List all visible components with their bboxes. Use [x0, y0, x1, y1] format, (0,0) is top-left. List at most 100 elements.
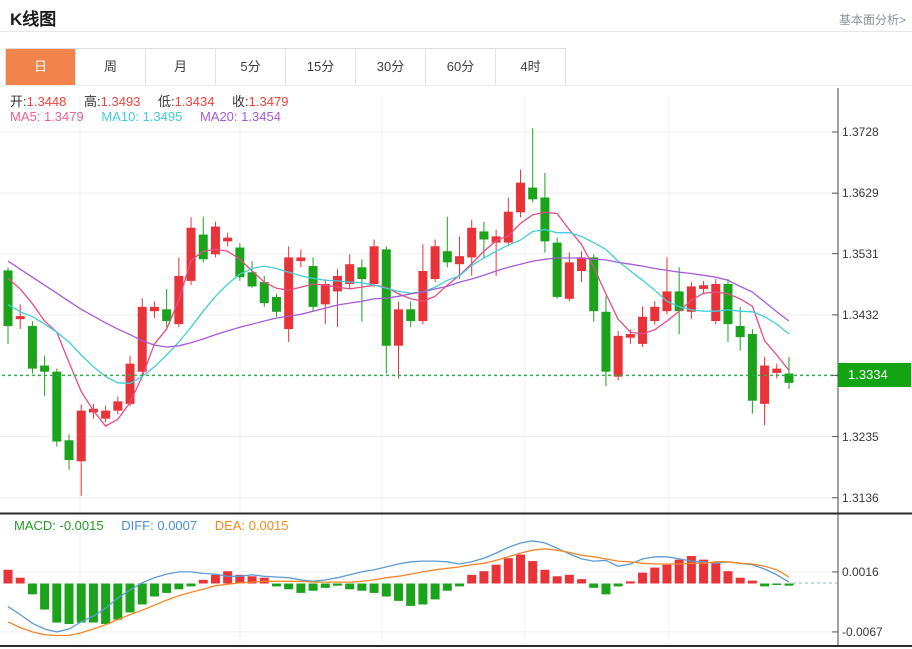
candle: [625, 334, 635, 338]
ohlc-legend: 开:1.3448 高:1.3493 低:1.3434 收:1.3479: [10, 91, 302, 110]
y-axis-label: 1.3531: [842, 246, 879, 261]
tab-日[interactable]: 日: [6, 49, 76, 85]
macd-bar: [479, 571, 489, 584]
macd-bar: [625, 581, 635, 584]
candle: [271, 296, 281, 312]
candle: [747, 334, 757, 401]
y-axis-label: 1.3235: [842, 429, 879, 444]
diff-label: DIFF:: [121, 518, 154, 533]
close-value: 1.3479: [248, 94, 289, 109]
candle: [52, 371, 62, 442]
ma-legend: MA5: 1.3479 MA10: 1.3495 MA20: 1.3454: [10, 109, 295, 124]
candle: [284, 257, 294, 330]
candle: [345, 264, 355, 284]
macd-bar: [332, 583, 342, 586]
high-value: 1.3493: [100, 94, 141, 109]
candle: [332, 275, 342, 292]
macd-bar: [320, 583, 330, 588]
candle: [393, 309, 403, 346]
y-axis-label: 1.3432: [842, 307, 879, 322]
macd-bar: [259, 577, 269, 584]
macd-bar: [149, 583, 159, 597]
candle: [149, 306, 159, 312]
macd-bar: [64, 583, 74, 624]
macd-bar: [662, 564, 672, 584]
ma20-label: MA20:: [199, 109, 238, 124]
tab-周[interactable]: 周: [76, 49, 146, 85]
y-axis-label: 1.3728: [842, 125, 879, 139]
candle: [162, 309, 172, 322]
candle: [577, 257, 587, 272]
candle: [455, 256, 465, 265]
candle: [296, 257, 306, 262]
diff-value: 0.0007: [157, 518, 198, 533]
tab-5分[interactable]: 5分: [216, 49, 286, 85]
macd-bar: [540, 569, 550, 584]
candle: [15, 316, 25, 320]
page-title: K线图: [10, 10, 57, 29]
macd-bar: [137, 583, 147, 605]
candle: [101, 410, 111, 419]
macd-bar: [15, 577, 25, 584]
candle: [308, 266, 318, 307]
candle: [40, 365, 50, 372]
candle: [406, 309, 416, 322]
ma5-label: MA5:: [10, 109, 41, 124]
macd-bar: [393, 583, 403, 601]
tabbar-underline: [0, 85, 912, 86]
candle: [589, 257, 599, 312]
macd-bar: [711, 562, 721, 584]
macd-bar: [735, 577, 745, 584]
macd-bar: [406, 583, 416, 606]
fundamental-analysis-link[interactable]: 基本面分析>: [839, 11, 906, 28]
current-price-tag: 1.3334: [838, 363, 911, 388]
open-label: 开:: [10, 94, 27, 109]
candle: [369, 246, 379, 284]
macd-bar: [650, 567, 660, 584]
macd-bar: [381, 583, 391, 597]
candle: [186, 227, 196, 281]
candle: [516, 182, 526, 213]
low-value: 1.3434: [174, 94, 215, 109]
ma10-value: 1.3495: [142, 109, 183, 124]
macd-axis-label: -0.0067: [842, 624, 883, 639]
macd-bar: [638, 572, 648, 584]
open-value: 1.3448: [26, 94, 67, 109]
low-label: 低:: [158, 94, 175, 109]
macd-bar: [27, 583, 37, 595]
macd-bar: [491, 564, 501, 584]
candle: [223, 237, 233, 242]
tab-30分[interactable]: 30分: [356, 49, 426, 85]
y-axis-label: 1.3629: [842, 186, 879, 201]
macd-bar: [430, 583, 440, 600]
high-label: 高:: [84, 94, 101, 109]
macd-bar: [40, 583, 50, 610]
macd-bar: [564, 574, 574, 584]
macd-bar: [528, 561, 538, 584]
candle: [430, 246, 440, 280]
tab-月[interactable]: 月: [146, 49, 216, 85]
tab-60分[interactable]: 60分: [426, 49, 496, 85]
macd-bar: [198, 579, 208, 584]
macd-bar: [503, 558, 513, 584]
tab-15分[interactable]: 15分: [286, 49, 356, 85]
candle: [76, 410, 86, 462]
macd-legend: MACD: -0.0015 DIFF: 0.0007 DEA: 0.0015: [14, 518, 302, 533]
candle: [760, 365, 770, 404]
macd-bar: [516, 554, 526, 584]
tab-4时[interactable]: 4时: [496, 49, 565, 85]
macd-bar: [784, 583, 794, 586]
dea-value: 0.0015: [248, 518, 289, 533]
candle: [601, 311, 611, 372]
y-axis-label: 1.3136: [842, 490, 879, 505]
macd-bar: [186, 583, 196, 587]
candle: [418, 271, 428, 322]
ma20-value: 1.3454: [241, 109, 281, 124]
dea-label: DEA:: [214, 518, 246, 533]
interval-tabbar: 日周月 5分 15分 30分 60分 4时: [5, 48, 566, 86]
macd-bar: [271, 583, 281, 587]
candle: [699, 285, 709, 289]
close-label: 收:: [232, 94, 249, 109]
macd-bar: [284, 583, 294, 590]
candle: [467, 227, 477, 258]
